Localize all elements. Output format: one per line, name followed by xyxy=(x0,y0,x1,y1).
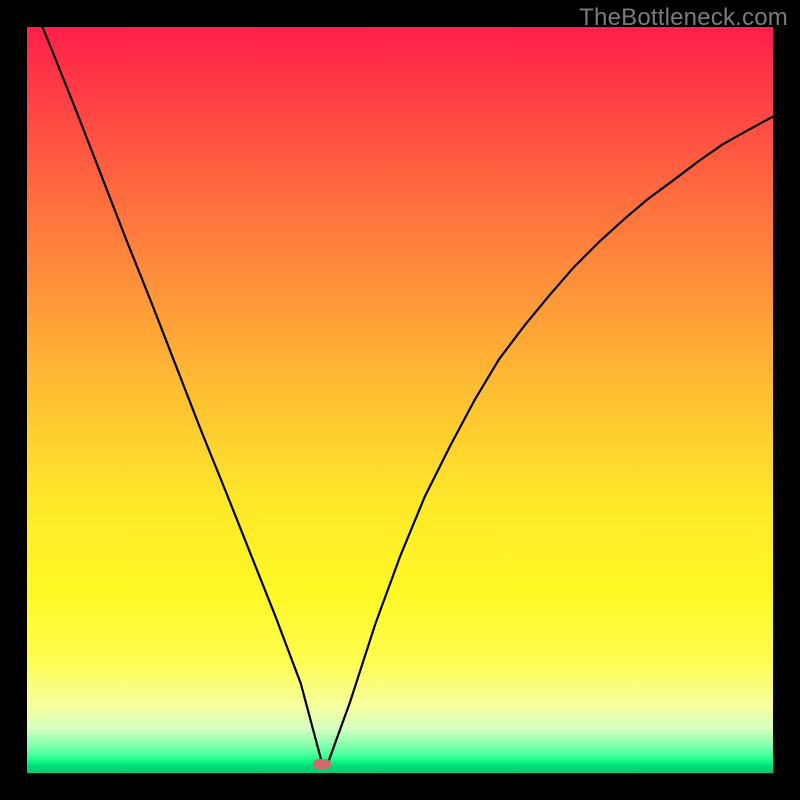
curve-layer xyxy=(27,27,773,773)
optimum-marker xyxy=(313,759,331,769)
bottleneck-curve-path xyxy=(27,0,773,762)
chart-frame: TheBottleneck.com xyxy=(0,0,800,800)
plot-area xyxy=(27,27,773,773)
